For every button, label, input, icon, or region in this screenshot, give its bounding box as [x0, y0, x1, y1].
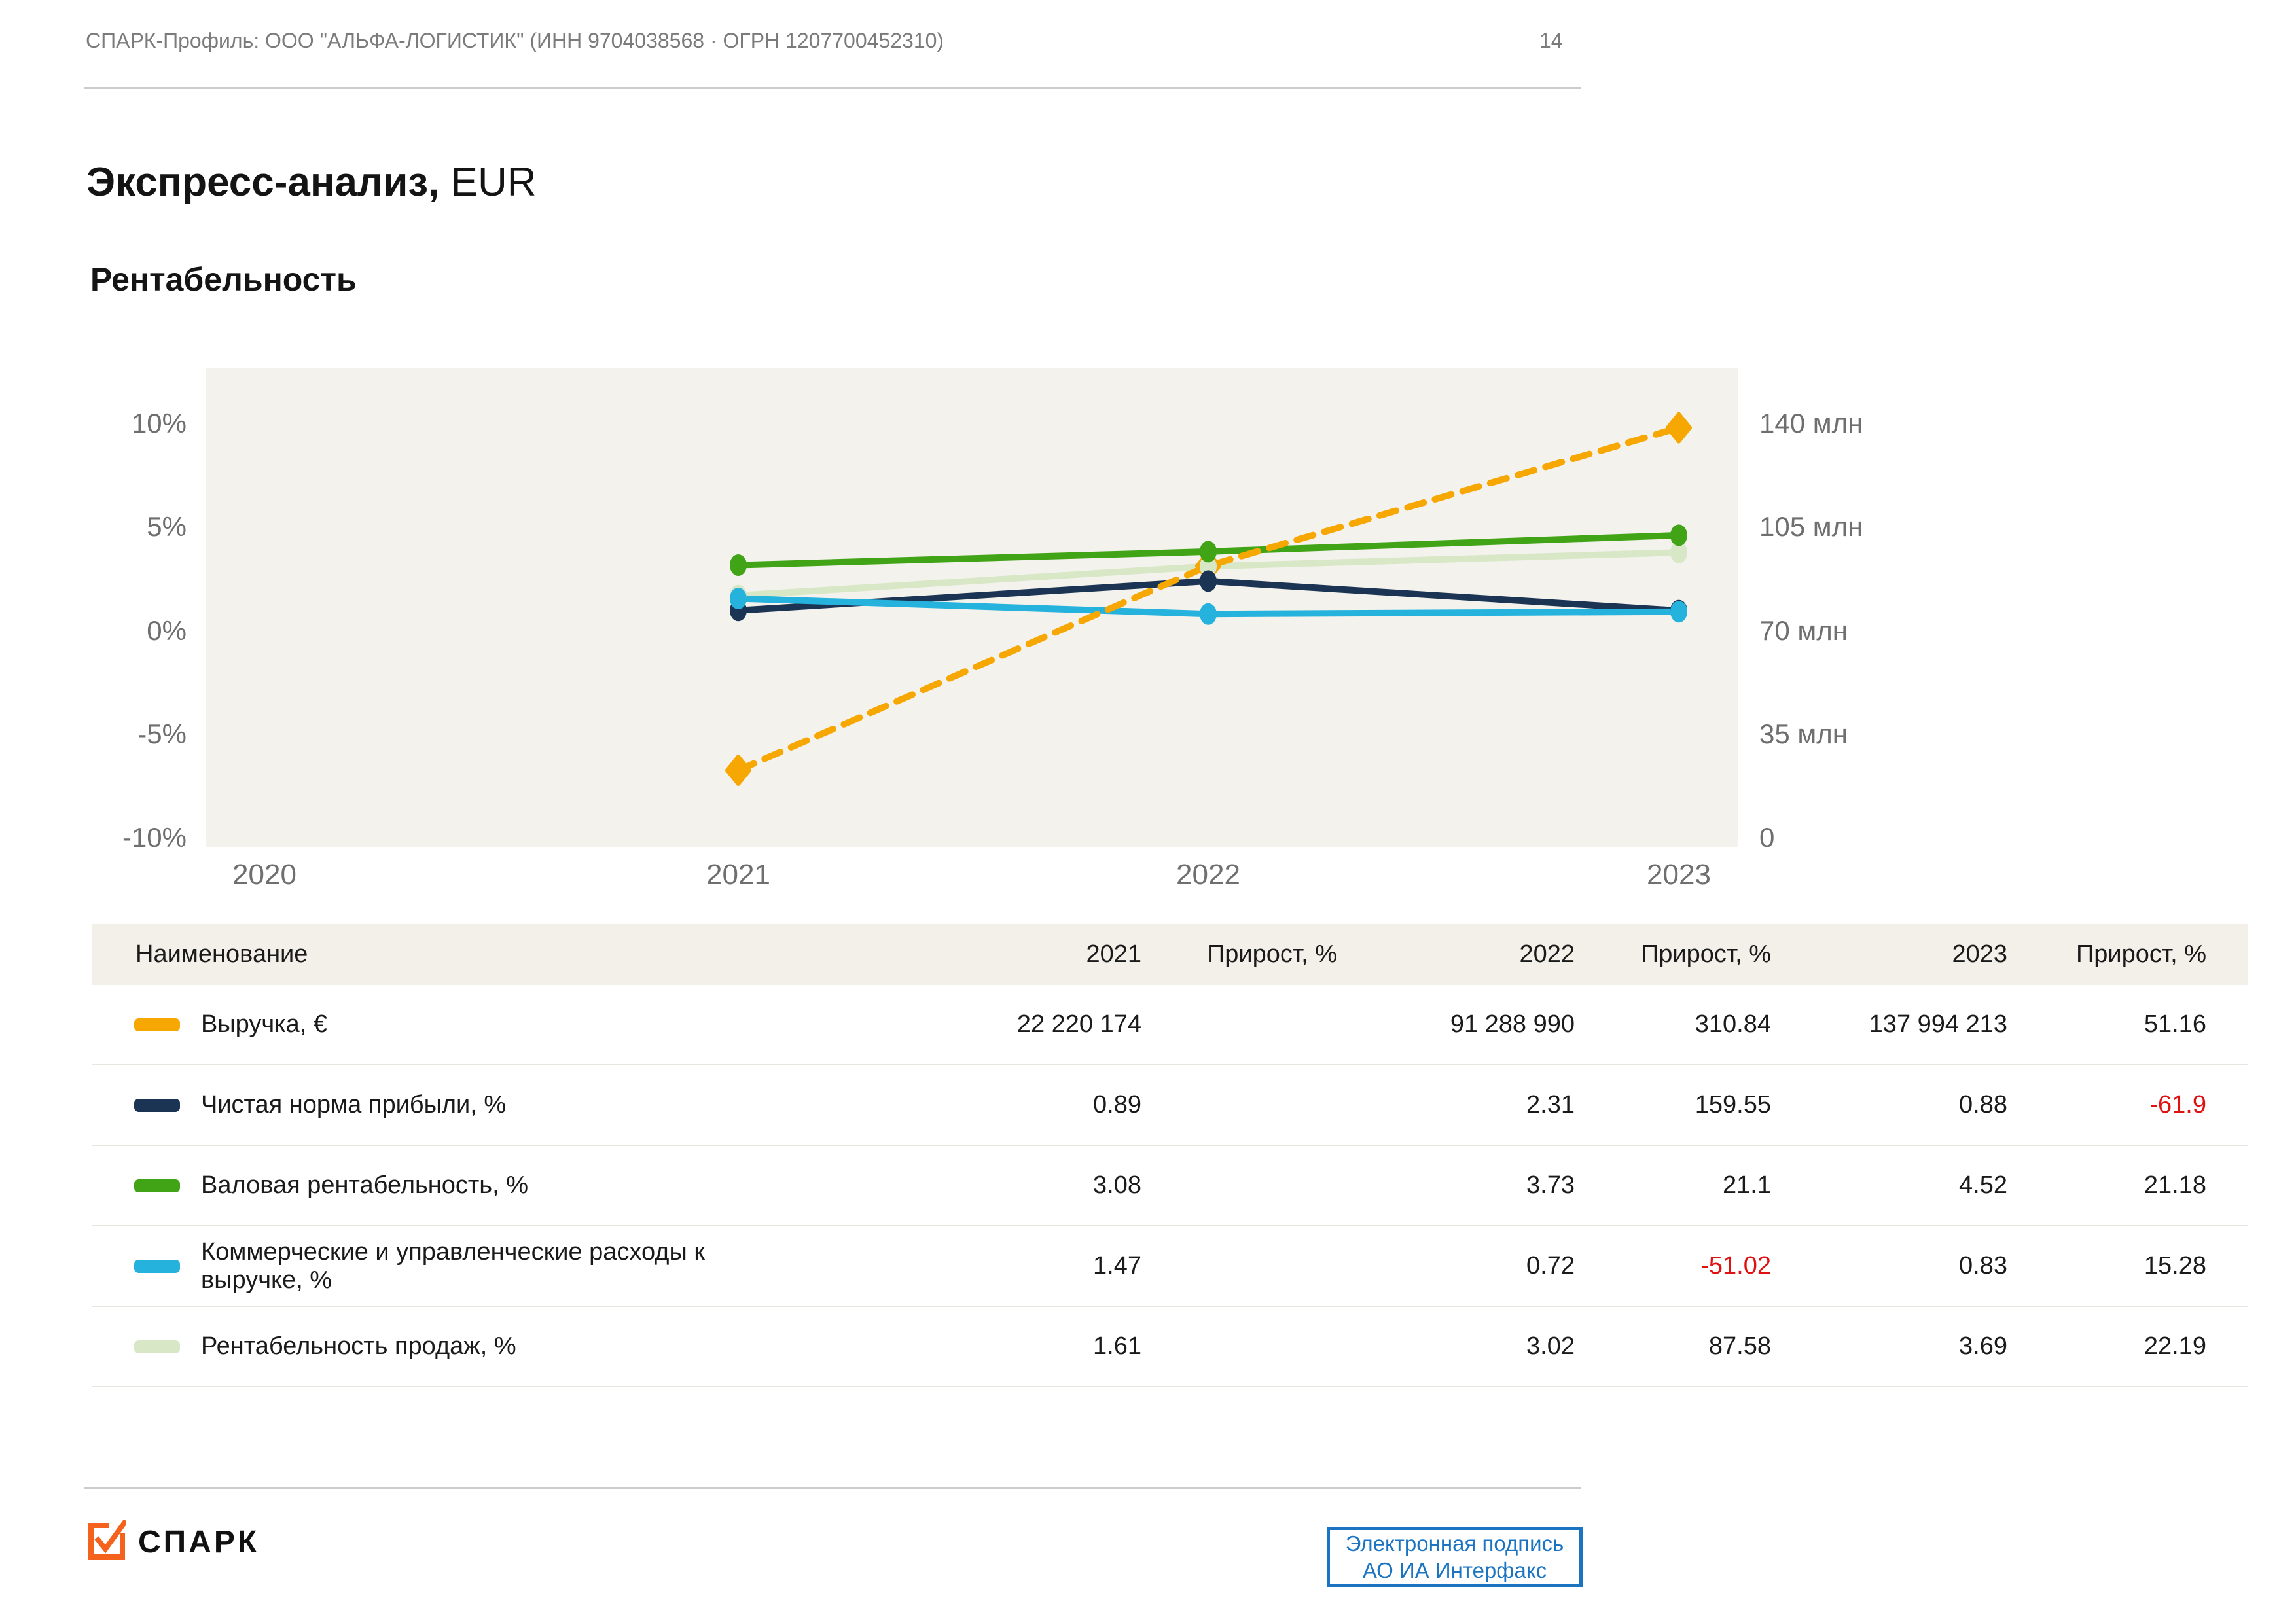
row-value-cell: 2.31	[1526, 1091, 1575, 1118]
right-axis-tick: 35 млн	[1759, 718, 1848, 749]
page-title: Экспресс-анализ, EUR	[86, 159, 537, 205]
row-value-cell: 3.02	[1526, 1332, 1575, 1360]
row-name-cell: Чистая норма прибыли, %	[92, 1091, 812, 1119]
table-header-row: Наименование 2021 Прирост, % 2022 Прирост, %…	[92, 924, 2248, 985]
row-name-cell: Коммерческие и управленческие расходы к …	[92, 1238, 812, 1294]
section-title: Рентабельность	[90, 261, 357, 298]
row-value-cell: 3.08	[1093, 1171, 1141, 1199]
row-value-cell: 137 994 213	[1869, 1010, 2007, 1038]
report-header-text: СПАРК-Профиль: ООО "АЛЬФА-ЛОГИСТИК" (ИНН…	[86, 29, 944, 52]
column-header-name: Наименование	[135, 940, 308, 968]
column-header: Прирост, %	[2075, 940, 2206, 968]
row-name-cell: Валовая рентабельность, %	[92, 1171, 812, 1200]
row-label: Выручка, €	[201, 1010, 328, 1038]
row-label: Рентабельность продаж, %	[201, 1332, 516, 1360]
right-axis-tick: 105 млн	[1759, 511, 1863, 543]
x-axis-tick: 2022	[1176, 859, 1240, 891]
row-value-cell: 0.72	[1526, 1252, 1575, 1279]
x-axis-tick: 2021	[706, 859, 770, 891]
row-value-cell: 91 288 990	[1450, 1010, 1575, 1038]
table-row: Коммерческие и управленческие расходы к …	[92, 1226, 2248, 1307]
row-value-cell: 21.1	[1723, 1171, 1771, 1199]
row-value-cell: 51.16	[2144, 1010, 2206, 1038]
column-header: 2022	[1519, 940, 1575, 968]
left-axis-tick: -10%	[122, 822, 187, 853]
right-axis-tick: 0	[1759, 822, 1775, 853]
row-label: Чистая норма прибыли, %	[201, 1091, 507, 1118]
table-row: Выручка, € 22 220 174 91 288 990 310.84 137 …	[92, 985, 2248, 1065]
row-value-cell: 1.47	[1093, 1252, 1141, 1279]
series-color-swatch	[134, 1259, 180, 1273]
page-title-currency: EUR	[439, 160, 537, 205]
column-header: 2023	[1952, 940, 2007, 968]
row-label: Валовая рентабельность, %	[201, 1171, 529, 1199]
spark-check-icon	[84, 1519, 128, 1565]
column-header: 2021	[1086, 940, 1141, 968]
signature-line2: АО ИА Интерфакс	[1362, 1558, 1547, 1582]
x-axis-tick: 2023	[1647, 859, 1711, 891]
profitability-chart	[206, 368, 1738, 847]
spark-logo-text: СПАРК	[138, 1525, 260, 1560]
footer-divider	[84, 1487, 1581, 1489]
chart-plot-svg	[725, 412, 1692, 787]
row-value-cell: 0.83	[1959, 1252, 2007, 1279]
right-axis-tick: 140 млн	[1759, 408, 1863, 438]
row-value-cell: 310.84	[1695, 1010, 1771, 1038]
table-row: Валовая рентабельность, % 3.08 3.73 21.1 4.5…	[92, 1146, 2248, 1226]
left-axis-tick: 5%	[147, 511, 187, 543]
series-color-swatch	[134, 1018, 180, 1031]
left-axis-tick: 10%	[131, 408, 187, 438]
row-value-cell: 0.88	[1959, 1091, 2007, 1118]
row-value-cell: 15.28	[2144, 1252, 2206, 1279]
table-row: Рентабельность продаж, % 1.61 3.02 87.58 3.6…	[92, 1307, 2248, 1387]
row-value-cell: 1.61	[1093, 1332, 1141, 1360]
spark-logo: СПАРК	[84, 1519, 260, 1565]
row-value-cell: 3.69	[1959, 1332, 2007, 1360]
electronic-signature-button[interactable]: Электронная подпись АО ИА Интерфакс	[1327, 1527, 1583, 1587]
series-color-swatch	[134, 1098, 180, 1112]
row-value-cell: 159.55	[1695, 1091, 1771, 1118]
page-number: 14	[1539, 29, 1563, 52]
row-value-cell: -51.02	[1700, 1252, 1771, 1279]
row-value-cell: 4.52	[1959, 1171, 2007, 1199]
right-axis-tick: 70 млн	[1759, 615, 1848, 646]
left-axis-tick: 0%	[147, 615, 187, 646]
table-row: Чистая норма прибыли, % 0.89 2.31 159.55 0.8…	[92, 1065, 2248, 1146]
row-value-cell: -61.9	[2149, 1091, 2206, 1118]
x-axis-tick: 2020	[232, 859, 296, 891]
row-name-cell: Рентабельность продаж, %	[92, 1332, 812, 1361]
left-axis-tick: -5%	[137, 718, 187, 749]
report-page: СПАРК-Профиль: ООО "АЛЬФА-ЛОГИСТИК" (ИНН…	[0, 0, 2296, 1623]
row-value-cell: 22.19	[2144, 1332, 2206, 1360]
row-value-cell: 22 220 174	[1016, 1010, 1141, 1038]
table-body: Выручка, € 22 220 174 91 288 990 310.84 137 …	[92, 985, 2248, 1387]
profitability-table: Наименование 2021 Прирост, % 2022 Прирост, %…	[92, 924, 2248, 1387]
series-color-swatch	[134, 1340, 180, 1353]
row-value-cell: 21.18	[2144, 1171, 2206, 1199]
row-value-cell: 0.89	[1093, 1091, 1141, 1118]
row-name-cell: Выручка, €	[92, 1010, 812, 1039]
series-color-swatch	[134, 1179, 180, 1192]
column-header: Прирост, %	[1640, 940, 1771, 968]
signature-line1: Электронная подпись	[1345, 1531, 1564, 1556]
row-value-cell: 3.73	[1526, 1171, 1575, 1199]
header-divider	[84, 87, 1581, 89]
column-header: Прирост, %	[1206, 940, 1337, 968]
row-value-cell: 87.58	[1708, 1332, 1771, 1360]
row-label: Коммерческие и управленческие расходы к …	[201, 1238, 705, 1294]
page-title-main: Экспресс-анализ,	[86, 160, 440, 205]
